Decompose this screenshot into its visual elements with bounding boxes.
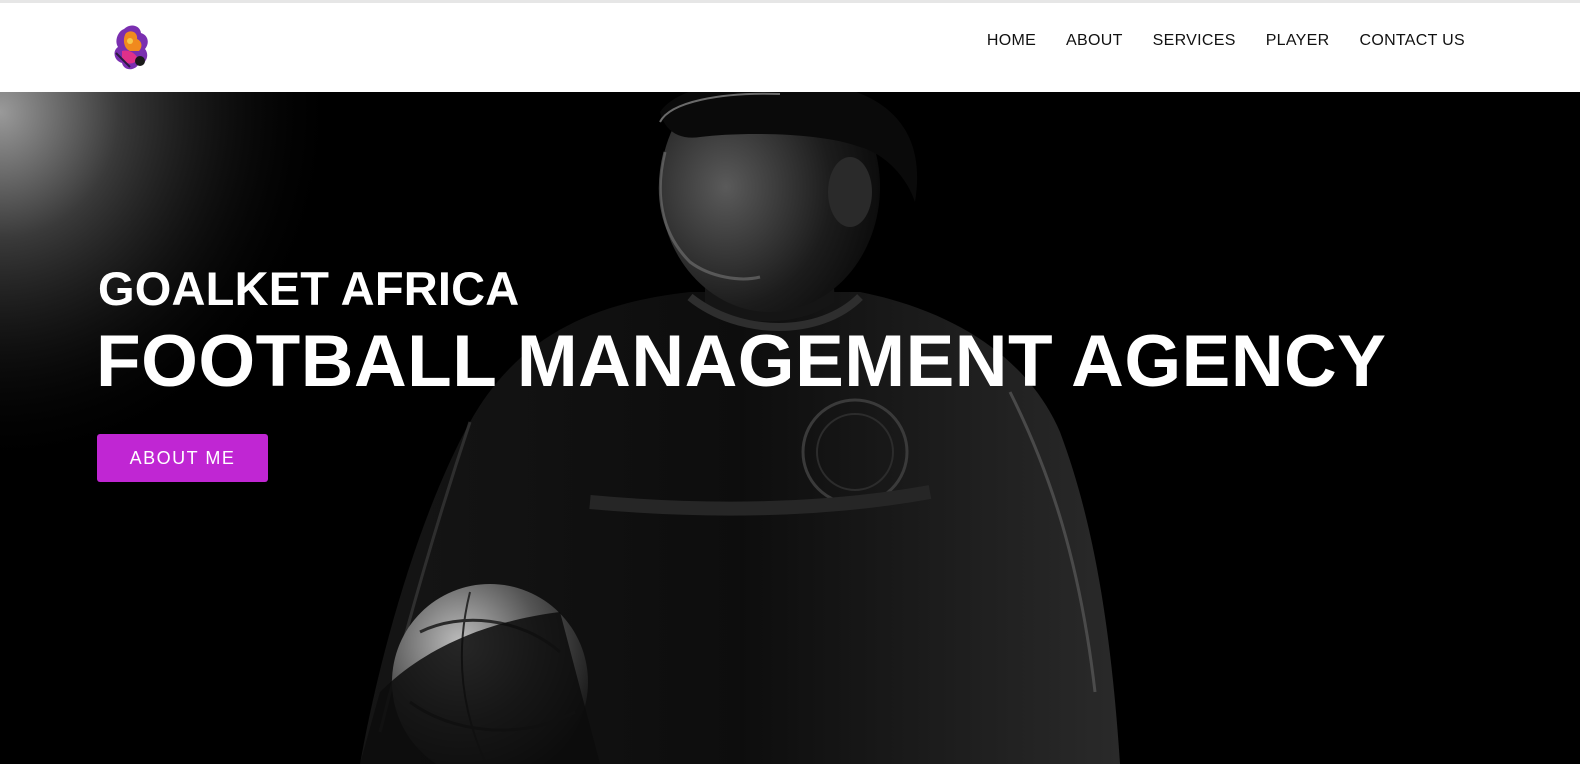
hero-eyebrow: GOALKET AFRICA: [98, 262, 520, 315]
nav-player[interactable]: PLAYER: [1266, 32, 1330, 50]
nav-about[interactable]: ABOUT: [1066, 32, 1123, 50]
hero-background-image: [0, 92, 1580, 764]
nav-contact-us[interactable]: CONTACT US: [1359, 32, 1465, 50]
site-header: HOME ABOUT SERVICES PLAYER CONTACT US: [0, 3, 1580, 92]
nav-home[interactable]: HOME: [987, 32, 1036, 50]
nav-services[interactable]: SERVICES: [1153, 32, 1236, 50]
about-me-button[interactable]: ABOUT ME: [97, 434, 268, 482]
main-navigation: HOME ABOUT SERVICES PLAYER CONTACT US: [987, 3, 1465, 78]
goalket-logo-icon[interactable]: [110, 21, 154, 73]
hero-text: GOALKET AFRICA FOOTBALL MANAGEMENT AGENC…: [96, 262, 1387, 402]
hero-headline: FOOTBALL MANAGEMENT AGENCY: [96, 321, 1387, 402]
hero-section: GOALKET AFRICA FOOTBALL MANAGEMENT AGENC…: [0, 92, 1580, 764]
